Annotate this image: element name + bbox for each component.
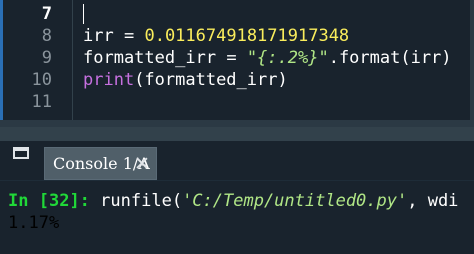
console-command: runfile( (100, 191, 183, 211)
console-output: 1.17% (8, 213, 60, 233)
window-icon[interactable] (13, 147, 29, 159)
console-input-line: In [32]: runfile('C:/Temp/untitled0.py',… (8, 190, 458, 212)
assign-operator: = (226, 48, 237, 68)
close-icon[interactable]: ✕ (134, 153, 150, 175)
line-number: 9 (41, 48, 52, 68)
tab-console[interactable]: Console 1/A ✕ (44, 147, 157, 180)
method-call: .format(irr) (328, 48, 452, 68)
variable-name: formatted_irr (83, 48, 217, 68)
number-literal: 0.011674918171917348 (144, 26, 350, 46)
code-line-9[interactable]: formatted_irr = "{:.2%}".format(irr) (83, 47, 452, 69)
vertical-scrollbar[interactable] (470, 0, 474, 120)
line-number: 11 (31, 92, 52, 112)
console-command-arg: 'C:/Temp/untitled0.py' (182, 191, 408, 211)
ipython-console[interactable]: In [32]: runfile('C:/Temp/untitled0.py',… (0, 180, 474, 254)
variable-name: irr (83, 26, 114, 46)
pane-splitter[interactable] (0, 127, 474, 141)
horizontal-scrollbar[interactable] (0, 120, 474, 127)
string-literal: "{:.2%}" (246, 48, 329, 68)
builtin-function: print (83, 70, 135, 90)
code-line-8[interactable]: irr = 0.011674918171917348 (83, 25, 349, 47)
line-number: 7 (41, 4, 52, 24)
console-command-rest: , wdi (407, 191, 459, 211)
prompt-number: 32 (48, 191, 70, 211)
function-args: (formatted_irr) (134, 70, 288, 90)
text-cursor (83, 4, 84, 24)
assign-operator: = (123, 26, 135, 46)
code-line-10[interactable]: print(formatted_irr) (83, 69, 288, 91)
code-editor[interactable]: 7 8 9 10 11 irr = 0.011674918171917348 f… (0, 0, 474, 127)
gutter-separator (72, 0, 73, 120)
prompt-open: In [ (8, 191, 49, 211)
prompt-close: ]: (69, 191, 90, 211)
line-number: 10 (31, 70, 52, 90)
line-number: 8 (41, 26, 52, 46)
